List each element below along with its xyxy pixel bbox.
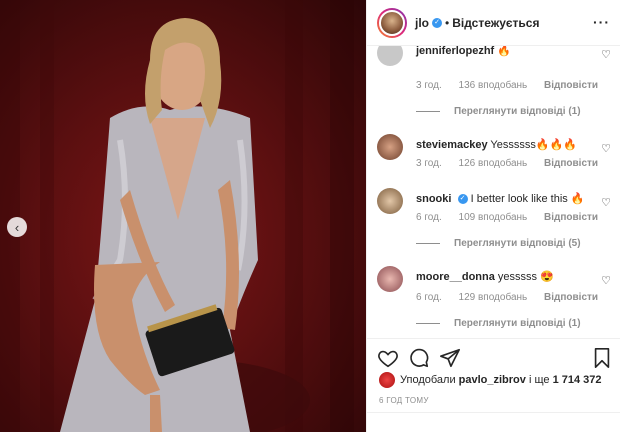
reply-button[interactable]: Відповісти [544,212,598,223]
verified-icon: ✓ [432,17,442,28]
comment-time: 6 год. [416,292,442,303]
liker-username[interactable]: pavlo_zibrov [459,374,526,386]
separator-dot: • [445,15,450,30]
post-sidebar: jlo ✓ • Відстежується ··· jenniferlopezh… [366,0,620,432]
liker-avatar[interactable] [379,372,395,388]
comment-meta: 6 год. 109 вподобань Відповісти [416,212,612,223]
comment-likes[interactable]: 109 вподобань [459,212,528,223]
comment-likes[interactable]: 136 вподобань [459,80,528,91]
post-timestamp: 6 ГОД ТОМУ [379,396,429,405]
likes-summary: Уподобали pavlo_zibrov і ще 1 714 372 [379,372,602,388]
view-replies-label: Переглянути відповіді (1) [454,106,581,117]
view-replies-button[interactable]: Переглянути відповіді (1) [416,318,581,329]
heart-icon[interactable] [377,347,399,369]
share-icon[interactable] [439,347,461,369]
comment-username[interactable]: steviemackey [416,139,488,151]
view-replies-button[interactable]: Переглянути відповіді (5) [416,238,581,249]
chevron-left-icon[interactable]: ‹ [7,217,27,237]
heart-icon[interactable]: ♡ [601,48,611,61]
author-username[interactable]: jlo [415,16,429,30]
reply-button[interactable]: Відповісти [544,292,598,303]
comment-text: snooki ✓ I better look like this 🔥 [416,192,596,206]
comment-username[interactable]: moore__donna [416,271,495,283]
comment-time: 3 год. [416,80,442,91]
author-avatar[interactable] [377,7,407,38]
comment-meta: 3 год. 136 вподобань Відповісти [416,80,612,91]
comment-content: yesssss 😍 [497,271,554,283]
photo-illustration [0,0,354,432]
verified-icon: ✓ [457,194,468,205]
heart-icon[interactable]: ♡ [601,196,611,209]
comment-avatar[interactable] [377,188,403,214]
comment-time: 6 год. [416,212,442,223]
heart-icon[interactable]: ♡ [601,142,611,155]
heart-icon[interactable]: ♡ [601,274,611,287]
comment-text: steviemackey Yessssss🔥🔥🔥 [416,138,596,152]
reply-button[interactable]: Відповісти [544,80,598,91]
view-replies-label: Переглянути відповіді (5) [454,238,581,249]
comment-content: Yessssss🔥🔥🔥 [490,139,577,151]
comment-content: I better look like this 🔥 [470,193,585,205]
more-icon[interactable]: ··· [593,14,610,30]
comment-text: jenniferlopezhf 🔥 [416,46,596,58]
likes-prefix: Уподобали [400,374,456,386]
reply-button[interactable]: Відповісти [544,158,598,169]
view-replies-button[interactable]: Переглянути відповіді (1) [416,106,581,117]
comment-meta: 6 год. 129 вподобань Відповісти [416,292,612,303]
post-header: jlo ✓ • Відстежується ··· [367,0,620,46]
comment-time: 3 год. [416,158,442,169]
comment-text: moore__donna yesssss 😍 [416,270,596,284]
likes-middle: і ще [528,374,550,386]
comment-likes[interactable]: 129 вподобань [459,292,528,303]
comment-avatar[interactable] [377,134,403,160]
comment-username[interactable]: jenniferlopezhf [416,46,494,57]
comment-icon[interactable] [408,347,430,369]
bookmark-icon[interactable] [591,347,613,369]
comment-likes[interactable]: 126 вподобань [459,158,528,169]
view-replies-label: Переглянути відповіді (1) [454,318,581,329]
post-photo[interactable]: ‹ [0,0,366,432]
follow-status-button[interactable]: Відстежується [452,16,539,30]
comment-list: jenniferlopezhf 🔥 ♡ 3 год. 136 вподобань… [367,46,620,338]
comment-meta: 3 год. 126 вподобань Відповісти [416,158,612,169]
comment-avatar[interactable] [377,266,403,292]
likes-count[interactable]: 1 714 372 [553,374,602,386]
add-comment-area[interactable] [367,412,620,432]
comment-username[interactable]: snooki [416,193,451,205]
comment-avatar[interactable] [377,46,403,66]
comment-content: 🔥 [497,46,511,57]
